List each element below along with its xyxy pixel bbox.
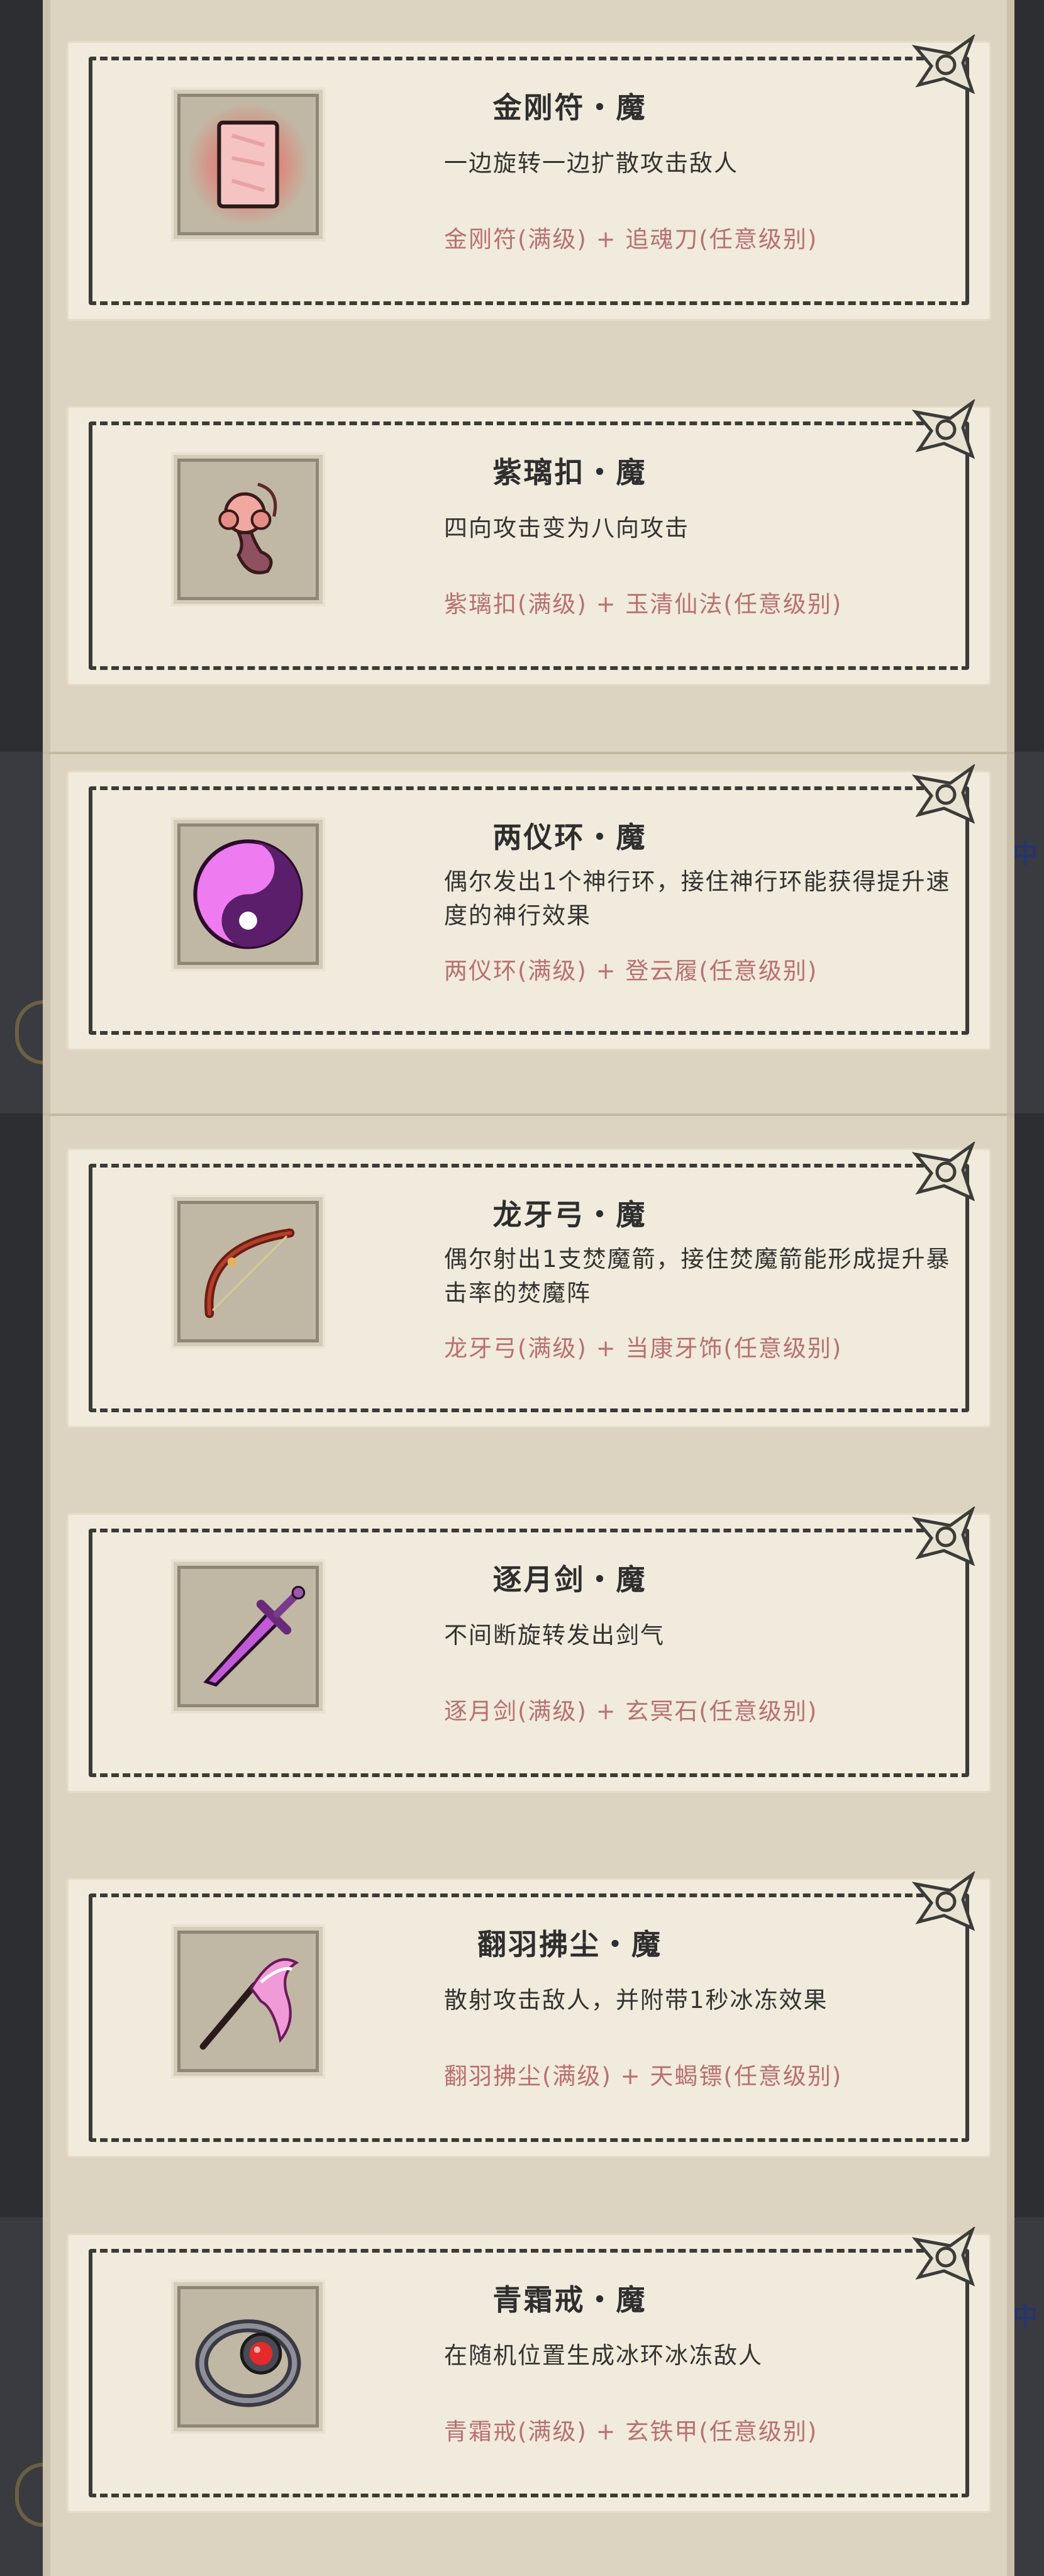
item-title: 紫璃扣・魔 — [492, 455, 647, 489]
item-title: 青霜戒・魔 — [492, 2283, 647, 2317]
item-description: 偶尔射出1支焚魔箭，接住焚魔箭能形成提升暴击率的焚魔阵 — [444, 1246, 951, 1307]
shuriken-corner-icon — [911, 35, 975, 94]
item-card[interactable]: 青霜戒・魔 在随机位置生成冰环冰冻敌人 青霜戒(满级) + 玄铁甲(任意级别) — [67, 2227, 991, 2513]
item-icon-frame — [174, 1927, 323, 2076]
item-card[interactable]: 逐月剑・魔 不间断旋转发出剑气 逐月剑(满级) + 玄冥石(任意级别) — [67, 1507, 991, 1793]
ring-icon — [195, 2319, 301, 2407]
item-description: 不间断旋转发出剑气 — [444, 1622, 665, 1649]
talisman-icon — [187, 103, 309, 226]
panel-edge — [43, 0, 50, 2576]
item-title: 逐月剑・魔 — [492, 1563, 647, 1597]
item-title: 龙牙弓・魔 — [492, 1198, 647, 1232]
item-recipe: 两仪环(满级) + 登云履(任意级别) — [444, 957, 818, 984]
shuriken-corner-icon — [911, 1871, 975, 1931]
item-recipe: 龙牙弓(满级) + 当康牙饰(任意级别) — [444, 1335, 843, 1362]
item-icon-frame — [174, 820, 323, 969]
item-recipe: 金刚符(满级) + 追魂刀(任意级别) — [444, 226, 818, 253]
item-icon-frame — [174, 90, 323, 239]
item-card[interactable]: 两仪环・魔 偶尔发出1个神行环，接住神行环能获得提升速度的神行效果 两仪环(满级… — [67, 764, 991, 1051]
item-recipe: 翻羽拂尘(满级) + 天蝎镖(任意级别) — [444, 2063, 843, 2090]
item-recipe: 紫璃扣(满级) + 玉清仙法(任意级别) — [444, 591, 843, 618]
item-icon-frame — [174, 455, 323, 604]
panel-edge — [1007, 0, 1014, 2576]
shuriken-corner-icon — [911, 2227, 975, 2287]
bow-icon — [204, 1228, 295, 1319]
sword-icon — [203, 1586, 306, 1687]
item-description: 偶尔发出1个神行环，接住神行环能获得提升速度的神行效果 — [444, 868, 951, 929]
side-tab-label: 中 — [1013, 2302, 1038, 2331]
item-recipe: 逐月剑(满级) + 玄冥石(任意级别) — [444, 1698, 818, 1725]
shuriken-corner-icon — [911, 1507, 975, 1566]
jade-pendant-icon — [218, 482, 277, 574]
item-card[interactable]: 翻羽拂尘・魔 散射攻击敌人，并附带1秒冰冻效果 翻羽拂尘(满级) + 天蝎镖(任… — [67, 1871, 991, 2158]
yin-yang-icon — [193, 839, 303, 949]
item-description: 四向攻击变为八向攻击 — [444, 515, 689, 542]
item-card[interactable]: 紫璃扣・魔 四向攻击变为八向攻击 紫璃扣(满级) + 玉清仙法(任意级别) — [67, 399, 991, 686]
item-title: 两仪环・魔 — [492, 820, 647, 854]
item-icon-frame — [174, 1562, 323, 1711]
item-card[interactable]: 龙牙弓・魔 偶尔射出1支焚魔箭，接住焚魔箭能形成提升暴击率的焚魔阵 龙牙弓(满级… — [67, 1142, 991, 1428]
whisk-icon — [199, 1958, 299, 2050]
item-description: 散射攻击敌人，并附带1秒冰冻效果 — [444, 1987, 828, 2014]
shuriken-corner-icon — [911, 399, 975, 459]
item-title: 金刚符・魔 — [492, 91, 647, 125]
item-list-panel: 金刚符・魔 一边旋转一边扩散攻击敌人 金刚符(满级) + 追魂刀(任意级别) 紫… — [43, 0, 1014, 2576]
item-card[interactable]: 金刚符・魔 一边旋转一边扩散攻击敌人 金刚符(满级) + 追魂刀(任意级别) — [67, 35, 991, 321]
item-description: 在随机位置生成冰环冰冻敌人 — [444, 2342, 763, 2369]
shuriken-corner-icon — [911, 1142, 975, 1202]
item-icon-frame — [174, 1197, 323, 1346]
side-tab-label: 中 — [1013, 840, 1038, 869]
item-recipe: 青霜戒(满级) + 玄铁甲(任意级别) — [444, 2418, 818, 2445]
item-icon-frame — [174, 2282, 323, 2431]
item-description: 一边旋转一边扩散攻击敌人 — [444, 150, 738, 177]
item-title: 翻羽拂尘・魔 — [477, 1927, 662, 1961]
shuriken-corner-icon — [911, 764, 975, 824]
